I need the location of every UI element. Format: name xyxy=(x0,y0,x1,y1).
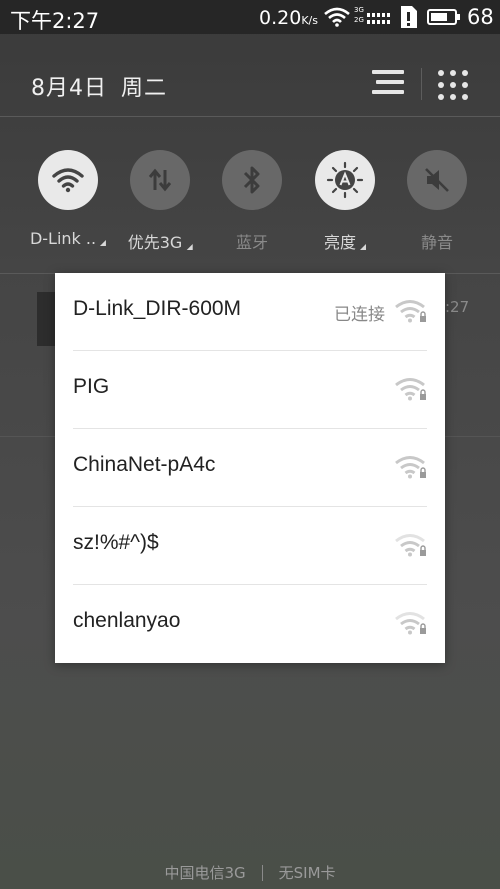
status-time: 下午2:27 xyxy=(10,9,100,33)
wifi-network-item[interactable]: chenlanyao xyxy=(55,585,445,663)
wifi-locked-signal-icon xyxy=(395,455,427,483)
wifi-network-item[interactable]: sz!%#^)$ xyxy=(55,507,445,585)
toggle-wifi[interactable]: D-Link .. xyxy=(30,150,107,248)
wifi-network-item[interactable]: ChinaNet-pA4c xyxy=(55,429,445,507)
wifi-icon xyxy=(52,168,84,193)
battery-icon xyxy=(427,9,460,25)
wifi-ssid: chenlanyao xyxy=(73,609,181,632)
notification-time: :27 xyxy=(445,298,470,316)
signal-icon xyxy=(367,9,391,31)
carrier-name: 中国电信3G xyxy=(164,864,246,882)
wifi-icon xyxy=(324,7,350,31)
carrier-footer: 中国电信3G 无SIM卡 xyxy=(0,862,500,883)
date-display: 8月4日 周二 xyxy=(31,70,167,102)
sim-card-icon xyxy=(400,5,418,33)
wifi-ssid: ChinaNet-pA4c xyxy=(73,453,216,476)
weekday: 周二 xyxy=(121,76,168,101)
wifi-ssid: D-Link_DIR-600M xyxy=(73,297,242,320)
data-transfer-icon xyxy=(148,168,172,192)
list-icon[interactable] xyxy=(372,70,404,98)
wifi-network-item[interactable]: PIG xyxy=(55,351,445,429)
wifi-network-item[interactable]: D-Link_DIR-600M 已连接 xyxy=(55,273,445,351)
wifi-network-popup: D-Link_DIR-600M 已连接 PIG ChinaNet-pA4c sz… xyxy=(55,273,445,663)
wifi-locked-signal-icon xyxy=(395,299,427,327)
header-divider xyxy=(421,68,422,100)
bluetooth-icon xyxy=(243,166,260,194)
sim-status: 无SIM卡 xyxy=(278,864,336,882)
network-speed: 0.20K/s xyxy=(259,7,318,29)
wifi-locked-signal-icon xyxy=(395,533,427,561)
toggle-brightness-label: 亮度 xyxy=(324,229,367,253)
battery-level: 68 xyxy=(467,5,494,29)
wifi-connected-status: 已连接 xyxy=(334,305,385,325)
date: 8月4日 xyxy=(31,76,107,101)
notification-thumbnail xyxy=(37,292,57,346)
toggle-bluetooth-label: 蓝牙 xyxy=(235,233,269,252)
toggle-wifi-label: D-Link .. xyxy=(30,229,107,248)
toggle-data[interactable]: 优先3G xyxy=(128,150,193,252)
wifi-ssid: PIG xyxy=(73,375,110,398)
network-type-tag: 3G 2G xyxy=(354,6,364,24)
status-bar: 下午2:27 0.20K/s 3G 2G 68 xyxy=(0,0,500,34)
wifi-locked-signal-icon xyxy=(395,377,427,405)
grid-icon[interactable] xyxy=(438,70,468,100)
brightness-auto-icon xyxy=(326,161,364,199)
toggle-brightness[interactable]: 亮度 xyxy=(315,150,375,252)
wifi-locked-signal-icon xyxy=(395,611,427,639)
wifi-ssid: sz!%#^)$ xyxy=(73,531,159,554)
toggle-mute[interactable]: 静音 xyxy=(407,150,467,252)
toggle-data-label: 优先3G xyxy=(128,229,193,253)
toggle-mute-label: 静音 xyxy=(420,233,454,252)
mute-icon xyxy=(425,168,449,192)
toggle-bluetooth[interactable]: 蓝牙 xyxy=(222,150,282,252)
header-separator xyxy=(0,116,500,117)
